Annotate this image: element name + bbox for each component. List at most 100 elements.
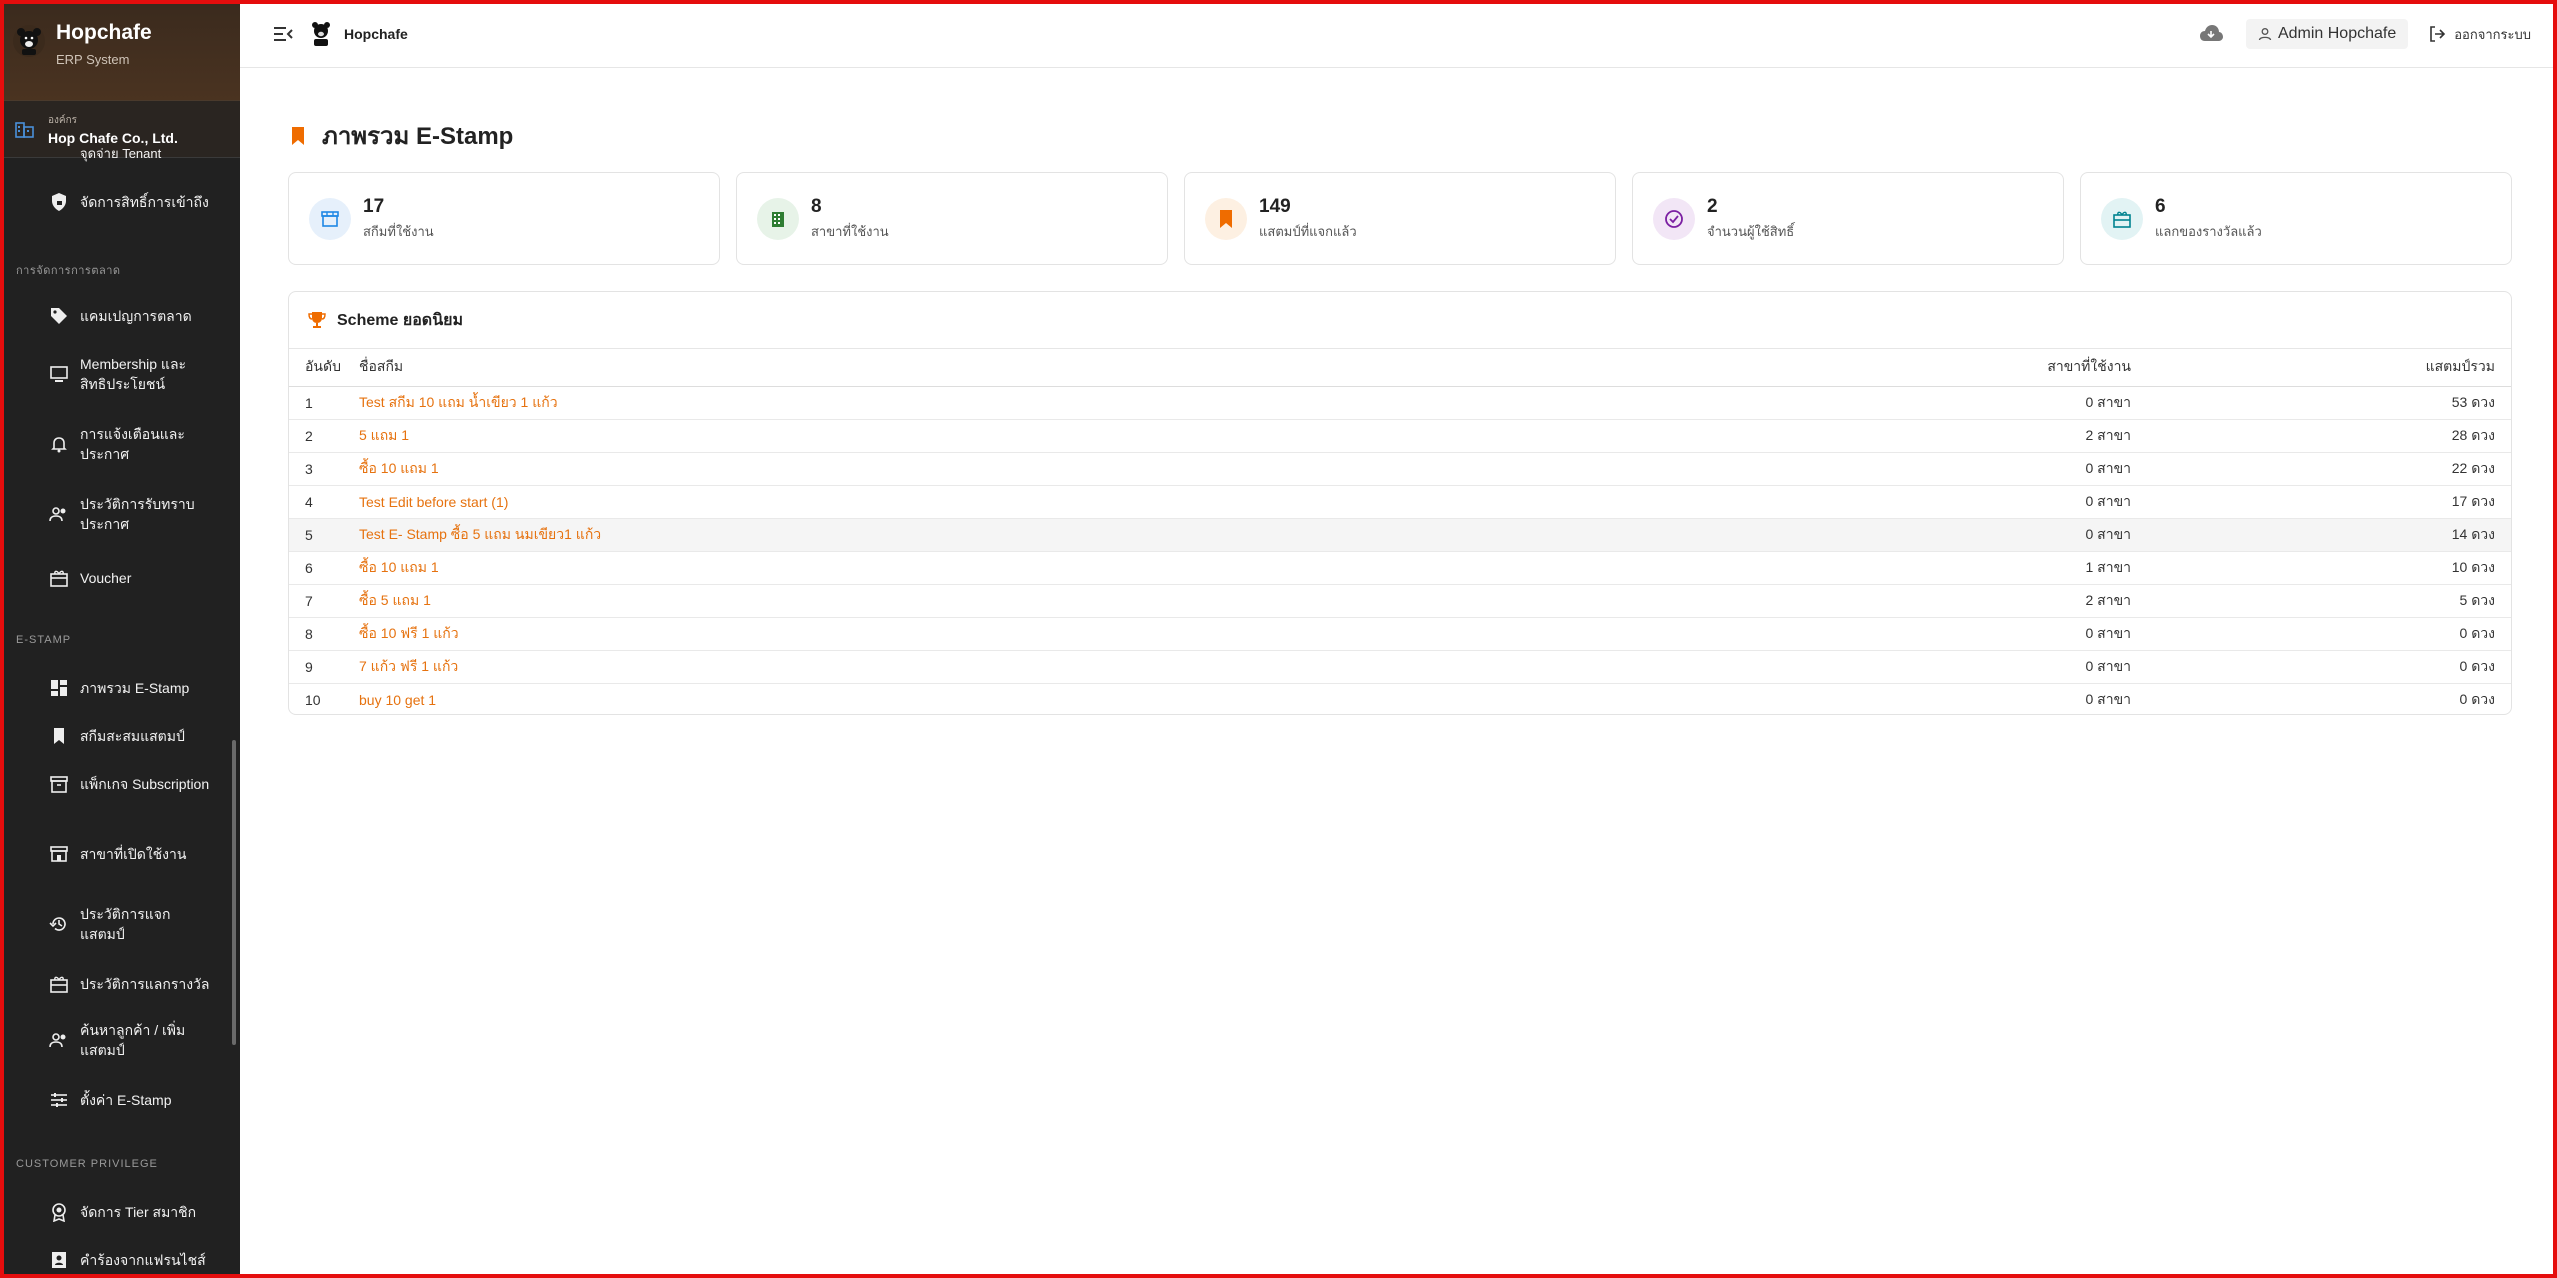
page-title: ภาพรวม E-Stamp: [290, 116, 513, 155]
brand-subtitle: ERP System: [56, 52, 130, 67]
sidebar-item-label: จุดจ่าย Tenant: [80, 146, 162, 161]
sidebar-item-estamp-settings[interactable]: ตั้งค่า E-Stamp: [0, 1090, 210, 1110]
stat-value: 2: [1707, 195, 1718, 217]
brand-header[interactable]: Hopchafe ERP System: [0, 0, 240, 100]
sidebar-item-franchise[interactable]: คำร้องจากแฟรนไชส์: [0, 1250, 210, 1270]
total-cell: 14 ดวง: [2131, 518, 2511, 552]
col-rank-header[interactable]: อันดับ: [289, 349, 359, 387]
sidebar-item-stamp-scheme[interactable]: สกีมสะสมแสตมป์: [0, 726, 210, 746]
col-name-header[interactable]: ชื่อสกีม: [359, 349, 1369, 387]
logout-icon: [2430, 26, 2446, 42]
scheme-link[interactable]: ซื้อ 10 แถม 1: [359, 460, 439, 476]
sidebar-scrollbar[interactable]: [232, 740, 236, 1045]
trophy-icon: [308, 312, 326, 328]
user-menu-button[interactable]: Admin Hopchafe: [2245, 19, 2409, 49]
sidebar-item-label: จัดการสิทธิ์การเข้าถึง: [80, 194, 209, 210]
sidebar-item-search-customer[interactable]: ค้นหาลูกค้า / เพิ่มแสตมป์: [0, 1020, 210, 1060]
section-marketing: การจัดการการตลาด: [16, 265, 121, 277]
sidebar-item-label: Membership และสิทธิประโยชน์: [80, 356, 187, 392]
branches-cell: 0 สาขา: [1369, 617, 2131, 651]
total-cell: 0 ดวง: [2131, 617, 2511, 651]
table-row: 8 ซื้อ 10 ฟรี 1 แก้ว 0 สาขา 0 ดวง: [289, 617, 2511, 651]
dashboard-icon: [48, 677, 70, 699]
scheme-link[interactable]: 5 แถม 1: [359, 427, 409, 443]
scheme-link[interactable]: ซื้อ 10 แถม 1: [359, 559, 439, 575]
total-cell: 0 ดวง: [2131, 650, 2511, 684]
user-icon: [2258, 28, 2272, 41]
rank-cell: 10: [289, 683, 359, 714]
archive-icon: [48, 773, 70, 795]
logout-label: ออกจากระบบ: [2454, 26, 2531, 42]
rank-cell: 7: [289, 584, 359, 618]
branches-cell: 0 สาขา: [1369, 683, 2131, 714]
total-cell: 10 ดวง: [2131, 551, 2511, 585]
sidebar-item-label: สาขาที่เปิดใช้งาน: [80, 846, 187, 862]
sidebar-item-ack-history[interactable]: ประวัติการรับทราบประกาศ: [0, 494, 210, 534]
branches-cell: 0 สาขา: [1369, 452, 2131, 486]
stat-label: สาขาที่ใช้งาน: [811, 223, 889, 239]
scheme-link[interactable]: ซื้อ 5 แถม 1: [359, 592, 431, 608]
sidebar-item-branches[interactable]: สาขาที่เปิดใช้งาน: [0, 844, 210, 864]
app-title: Hopchafe: [344, 25, 408, 42]
sidebar-item-voucher[interactable]: Voucher: [0, 568, 210, 588]
monitor-icon: [48, 363, 70, 385]
scheme-link[interactable]: Test สกีม 10 แถม น้ำเขียว 1 แก้ว: [359, 394, 558, 410]
shield-lock-icon: [48, 191, 70, 213]
scheme-link[interactable]: Test Edit before start (1): [359, 494, 508, 510]
bookmark-icon: [48, 725, 70, 747]
sidebar-item-label: ตั้งค่า E-Stamp: [80, 1092, 172, 1108]
sidebar-item-estamp-overview[interactable]: ภาพรวม E-Stamp: [0, 678, 210, 698]
sidebar-item-membership[interactable]: Membership และสิทธิประโยชน์: [0, 354, 210, 394]
sidebar-item-issue-history[interactable]: ประวัติการแจกแสตมป์: [0, 904, 210, 944]
stat-card-stamps-issued: 149 แสตมป์ที่แจกแล้ว: [1184, 172, 1616, 265]
sidebar-item-tier[interactable]: จัดการ Tier สมาชิก: [0, 1202, 210, 1222]
sidebar-item-label: คำร้องจากแฟรนไชส์: [80, 1252, 206, 1268]
stat-value: 6: [2155, 195, 2166, 217]
scheme-link[interactable]: 7 แก้ว ฟรี 1 แก้ว: [359, 658, 458, 674]
menu-collapse-icon[interactable]: [272, 23, 294, 45]
badge-icon: [48, 1201, 70, 1223]
rank-cell: 6: [289, 551, 359, 585]
sidebar-item-label: ประวัติการแลกรางวัล: [80, 976, 210, 992]
logout-button[interactable]: ออกจากระบบ: [2428, 24, 2531, 45]
gift-icon: [48, 567, 70, 589]
sidebar-item-package[interactable]: แพ็กเกจ Subscription: [0, 774, 210, 794]
sliders-icon: [48, 1089, 70, 1111]
branches-cell: 2 สาขา: [1369, 419, 2131, 453]
table-row-hovered: 5 Test E- Stamp ซื้อ 5 แถม นมเขียว1 แก้ว…: [289, 518, 2511, 552]
stat-label: แสตมป์ที่แจกแล้ว: [1259, 223, 1357, 239]
sidebar-item-notification[interactable]: การแจ้งเตือนและประกาศ: [0, 424, 210, 464]
table-row: 2 5 แถม 1 2 สาขา 28 ดวง: [289, 419, 2511, 453]
total-cell: 0 ดวง: [2131, 683, 2511, 714]
total-cell: 5 ดวง: [2131, 584, 2511, 618]
org-label: องค์กร: [48, 114, 78, 126]
scheme-link[interactable]: ซื้อ 10 ฟรี 1 แก้ว: [359, 625, 459, 641]
table-row: 7 ซื้อ 5 แถม 1 2 สาขา 5 ดวง: [289, 584, 2511, 618]
contact-card-icon: [48, 1249, 70, 1271]
stat-card-redeemed: 6 แลกของรางวัลแล้ว: [2080, 172, 2512, 265]
table-row: 6 ซื้อ 10 แถม 1 1 สาขา 10 ดวง: [289, 551, 2511, 585]
total-cell: 22 ดวง: [2131, 452, 2511, 486]
sidebar-item-label: ค้นหาลูกค้า / เพิ่มแสตมป์: [80, 1022, 186, 1058]
rank-cell: 5: [289, 518, 359, 552]
scheme-link[interactable]: buy 10 get 1: [359, 692, 436, 708]
branches-cell: 0 สาขา: [1369, 386, 2131, 420]
sidebar-item-label: จัดการ Tier สมาชิก: [80, 1204, 197, 1220]
building-icon: [757, 197, 799, 240]
col-branches-header[interactable]: สาขาที่ใช้งาน: [1369, 349, 2131, 387]
col-total-header[interactable]: แสตมป์รวม: [2131, 349, 2511, 387]
table-row: 3 ซื้อ 10 แถม 1 0 สาขา 22 ดวง: [289, 452, 2511, 486]
total-cell: 17 ดวง: [2131, 485, 2511, 519]
stat-card-users: 2 จำนวนผู้ใช้สิทธิ์: [1632, 172, 2064, 265]
sidebar-item-access[interactable]: จัดการสิทธิ์การเข้าถึง: [0, 192, 210, 212]
table-row: 1 Test สกีม 10 แถม น้ำเขียว 1 แก้ว 0 สาข…: [289, 386, 2511, 420]
rank-cell: 2: [289, 419, 359, 453]
sidebar-item-tenant[interactable]: จุดจ่าย Tenant: [0, 144, 210, 164]
table-header-row: อันดับ ชื่อสกีม สาขาที่ใช้งาน แสตมป์รวม: [289, 349, 2511, 387]
scheme-link[interactable]: Test E- Stamp ซื้อ 5 แถม นมเขียว1 แก้ว: [359, 526, 601, 542]
sidebar-item-campaign[interactable]: แคมเปญการตลาด: [0, 306, 210, 326]
sidebar-item-redeem-history[interactable]: ประวัติการแลกรางวัล: [0, 974, 210, 994]
brand-name: Hopchafe: [56, 21, 152, 44]
cloud-download-icon[interactable]: [2198, 21, 2224, 47]
branches-cell: 0 สาขา: [1369, 650, 2131, 684]
